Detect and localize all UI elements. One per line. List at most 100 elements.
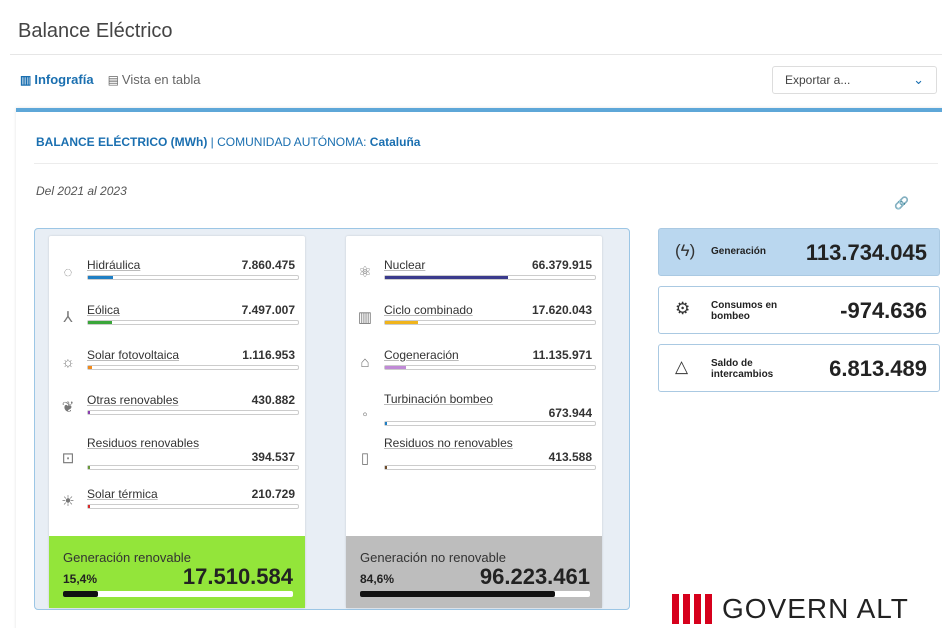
chevron-down-icon: ⌄ <box>913 72 924 87</box>
gen-value: 17.620.043 <box>531 303 592 317</box>
gen-bar-track <box>384 421 596 426</box>
gen-bar-fill <box>88 411 90 414</box>
summary-percent: 84,6% <box>360 572 395 586</box>
factory-icon: ⌂ <box>360 354 370 371</box>
kpi-value: 113.734.045 <box>805 240 927 265</box>
nonrenewable-column: ⚛ Nuclear 66.379.915 ▥ Ciclo combinado 1… <box>346 236 602 608</box>
page-title: Balance Eléctrico <box>18 20 173 42</box>
summary-bar-fill <box>360 591 555 597</box>
gen-bar-track <box>87 365 299 370</box>
period-label: Del 2021 al 2023 <box>36 184 127 198</box>
gear-icon: ⚙ <box>675 299 691 318</box>
subtitle-divider <box>34 163 938 164</box>
summary-bar-track <box>63 591 293 597</box>
gen-bar-fill <box>88 366 92 369</box>
export-dropdown[interactable]: Exportar a... ⌄ <box>772 66 937 94</box>
summary-percent: 15,4% <box>63 572 98 586</box>
gen-bar-fill <box>385 321 418 324</box>
summary-title: Generación no renovable <box>360 550 506 565</box>
gen-bar-track <box>87 410 299 415</box>
gen-item-hidraulica[interactable]: ◌ Hidráulica 7.860.475 <box>55 254 299 292</box>
table-icon: ▤ <box>107 72 119 87</box>
gen-value: 210.729 <box>251 487 295 501</box>
kpi-value: 6.813.489 <box>829 356 927 381</box>
gen-label: Solar fotovoltaica <box>87 348 180 362</box>
tab-infografia-label: Infografía <box>34 72 94 87</box>
summary-bar-track <box>360 591 590 597</box>
gen-bar-fill <box>385 276 508 279</box>
view-tabs: ▥ Infografía ▤ Vista en tabla <box>20 72 200 87</box>
gen-bar-fill <box>385 422 387 425</box>
leaf-icon: ❦ <box>61 399 75 416</box>
kpi-saldo-intercambios[interactable]: △ Saldo de intercambios 6.813.489 <box>658 344 940 392</box>
summary-bar-fill <box>63 591 98 597</box>
kpi-consumos-bombeo[interactable]: ⚙ Consumos en bombeo -974.636 <box>658 286 940 334</box>
gen-label: Turbinación bombeo <box>384 392 493 406</box>
subtitle-region: Cataluña <box>369 135 421 149</box>
gen-label: Ciclo combinado <box>384 303 473 317</box>
export-dropdown-label: Exportar a... <box>785 73 851 87</box>
gen-label: Eólica <box>87 303 120 317</box>
solar-panel-icon: ☼ <box>61 354 75 371</box>
renewable-column: ◌ Hidráulica 7.860.475 ⅄ Eólica 7.497.00… <box>49 236 305 608</box>
sun-icon: ☀ <box>61 493 75 510</box>
gen-item-solar-fotovoltaica[interactable]: ☼ Solar fotovoltaica 1.116.953 <box>55 344 299 382</box>
gen-value: 394.537 <box>251 450 295 464</box>
gen-item-nuclear[interactable]: ⚛ Nuclear 66.379.915 <box>352 254 596 292</box>
renewable-summary: Generación renovable 15,4% 17.510.584 <box>49 536 305 608</box>
exchange-icon: △ <box>675 357 689 376</box>
tab-vista-tabla[interactable]: ▤ Vista en tabla <box>108 72 201 87</box>
gen-bar-track <box>384 365 596 370</box>
gen-value: 7.860.475 <box>241 258 295 272</box>
gen-bar-track <box>87 275 299 280</box>
chart-icon: ▥ <box>20 72 32 87</box>
logo-stripes <box>672 594 712 624</box>
gen-value: 673.944 <box>548 406 592 420</box>
gen-bar-track <box>87 504 299 509</box>
kpi-label: Consumos en bombeo <box>711 300 778 322</box>
gen-item-eolica[interactable]: ⅄ Eólica 7.497.007 <box>55 299 299 337</box>
gen-label: Solar térmica <box>87 487 158 501</box>
gen-item-cogeneracion[interactable]: ⌂ Cogeneración 11.135.971 <box>352 344 596 382</box>
gen-label: Nuclear <box>384 258 426 272</box>
gen-label: Cogeneración <box>384 348 459 362</box>
gen-item-turbinacion-bombeo[interactable]: ◦ Turbinación bombeo 673.944 <box>352 392 596 434</box>
gen-bar-fill <box>385 466 387 469</box>
gen-bar-track <box>384 465 596 470</box>
gen-item-otras-renovables[interactable]: ❦ Otras renovables 430.882 <box>55 389 299 427</box>
kpi-label: Generación <box>711 246 767 257</box>
water-drop-icon: ◌ <box>63 264 73 281</box>
gen-item-solar-termica[interactable]: ☀ Solar térmica 210.729 <box>55 483 299 521</box>
gen-bar-fill <box>385 366 406 369</box>
title-divider <box>10 54 942 55</box>
pump-icon: ◦ <box>362 406 368 423</box>
gen-bar-fill <box>88 276 113 279</box>
kpi-generacion[interactable]: (ϟ) Generación 113.734.045 <box>658 228 940 276</box>
gen-label: Residuos renovables <box>87 436 200 450</box>
gen-item-residuos-renovables[interactable]: ⊡ Residuos renovables 394.537 <box>55 436 299 478</box>
link-icon[interactable]: 🔗 <box>894 196 912 212</box>
atom-icon: ⚛ <box>358 264 372 281</box>
subtitle-main: BALANCE ELÉCTRICO (MWh) <box>36 135 208 149</box>
lightning-icon: (ϟ) <box>675 241 696 260</box>
gen-bar-track <box>384 320 596 325</box>
gen-value: 11.135.971 <box>532 348 592 362</box>
gen-value: 66.379.915 <box>531 258 592 272</box>
gen-bar-track <box>87 320 299 325</box>
tab-infografia[interactable]: ▥ Infografía <box>20 72 94 87</box>
gen-item-ciclo-combinado[interactable]: ▥ Ciclo combinado 17.620.043 <box>352 299 596 337</box>
wind-turbine-icon: ⅄ <box>63 309 73 326</box>
gen-bar-track <box>384 275 596 280</box>
gen-label: Otras renovables <box>87 393 179 407</box>
tab-vista-tabla-label: Vista en tabla <box>121 72 201 87</box>
summary-value: 96.223.461 <box>479 564 590 589</box>
gen-bar-track <box>87 465 299 470</box>
gen-bar-fill <box>88 466 90 469</box>
logo-text: GOVERN ALT <box>722 593 909 624</box>
gen-item-residuos-no-renovables[interactable]: ▯ Residuos no renovables 413.588 <box>352 436 596 478</box>
gen-value: 1.116.953 <box>242 348 295 362</box>
gen-label: Hidráulica <box>87 258 141 272</box>
power-plant-icon: ▥ <box>357 309 373 326</box>
kpi-value: -974.636 <box>840 298 927 323</box>
summary-title: Generación renovable <box>63 550 191 565</box>
